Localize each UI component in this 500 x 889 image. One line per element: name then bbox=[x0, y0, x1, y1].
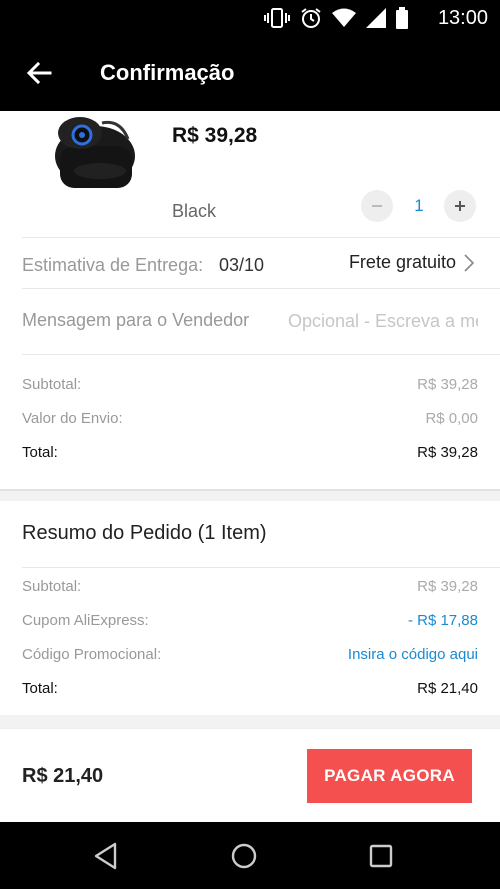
product-variant: Black bbox=[172, 201, 217, 221]
store-total-label: Total: bbox=[22, 444, 58, 461]
nav-home-button[interactable] bbox=[224, 836, 264, 876]
order-subtotal-value: R$ 39,28 bbox=[417, 578, 478, 595]
shipping-cost-value: R$ 0,00 bbox=[425, 410, 478, 427]
product-price: R$ 39,28 bbox=[172, 124, 258, 147]
square-recents-icon bbox=[369, 844, 393, 868]
product-image[interactable] bbox=[40, 111, 160, 219]
section-separator bbox=[0, 715, 500, 728]
order-subtotal-label: Subtotal: bbox=[22, 578, 82, 595]
checkout-content: R$ 39,28 Black 1 Estimativa de Entrega: … bbox=[0, 111, 500, 822]
nav-back-button[interactable] bbox=[86, 836, 126, 876]
promo-code-label: Código Promocional: bbox=[22, 646, 162, 663]
checkout-bottom-bar: R$ 21,40 PAGAR AGORA bbox=[0, 728, 500, 822]
order-total-label: Total: bbox=[22, 680, 58, 697]
quantity-decrease-button[interactable] bbox=[361, 190, 393, 222]
shipping-cost-label: Valor do Envio: bbox=[22, 410, 123, 427]
promo-code-link[interactable]: Insira o código aqui bbox=[348, 646, 478, 663]
seller-message-input[interactable] bbox=[288, 308, 478, 334]
coupon-label: Cupom AliExpress: bbox=[22, 612, 149, 629]
plus-icon bbox=[455, 201, 465, 211]
wifi-icon bbox=[332, 8, 356, 28]
quantity-value: 1 bbox=[414, 196, 424, 215]
battery-icon bbox=[396, 7, 408, 29]
divider bbox=[22, 288, 500, 289]
signal-icon bbox=[366, 8, 386, 28]
back-button[interactable] bbox=[22, 56, 56, 90]
delivery-estimate-label: Estimativa de Entrega: bbox=[22, 255, 204, 275]
triangle-back-icon bbox=[94, 842, 117, 870]
section-separator bbox=[0, 489, 500, 501]
chevron-right-icon bbox=[464, 253, 474, 272]
seller-message-label: Mensagem para o Vendedor bbox=[22, 310, 250, 330]
bottom-total-price: R$ 21,40 bbox=[22, 765, 104, 787]
status-icons bbox=[264, 6, 408, 30]
order-total-value: R$ 21,40 bbox=[417, 680, 478, 697]
status-bar: 13:00 bbox=[0, 0, 500, 36]
divider bbox=[22, 354, 500, 355]
order-summary-title: Resumo do Pedido (1 Item) bbox=[22, 522, 267, 544]
store-total-value: R$ 39,28 bbox=[417, 444, 478, 461]
shipping-option-label: Frete gratuito bbox=[348, 252, 456, 272]
vibrate-icon bbox=[264, 7, 290, 29]
arrow-left-icon bbox=[26, 61, 52, 85]
circle-home-icon bbox=[231, 843, 257, 869]
divider bbox=[22, 567, 500, 568]
minus-icon bbox=[372, 205, 382, 207]
nav-recents-button[interactable] bbox=[361, 836, 401, 876]
divider bbox=[22, 237, 500, 238]
store-subtotal-value: R$ 39,28 bbox=[417, 376, 478, 393]
quantity-increase-button[interactable] bbox=[444, 190, 476, 222]
delivery-estimate-date: 03/10 bbox=[219, 255, 265, 275]
page-title: Confirmação bbox=[100, 60, 235, 85]
system-nav-bar bbox=[0, 822, 500, 889]
status-time: 13:00 bbox=[437, 7, 488, 29]
app-bar: Confirmação bbox=[0, 36, 500, 111]
store-subtotal-label: Subtotal: bbox=[22, 376, 82, 393]
pay-now-button[interactable]: PAGAR AGORA bbox=[307, 749, 472, 803]
alarm-icon bbox=[300, 7, 322, 29]
shipping-option-link[interactable]: Frete gratuito bbox=[349, 252, 474, 273]
coupon-value[interactable]: - R$ 17,88 bbox=[408, 612, 478, 629]
